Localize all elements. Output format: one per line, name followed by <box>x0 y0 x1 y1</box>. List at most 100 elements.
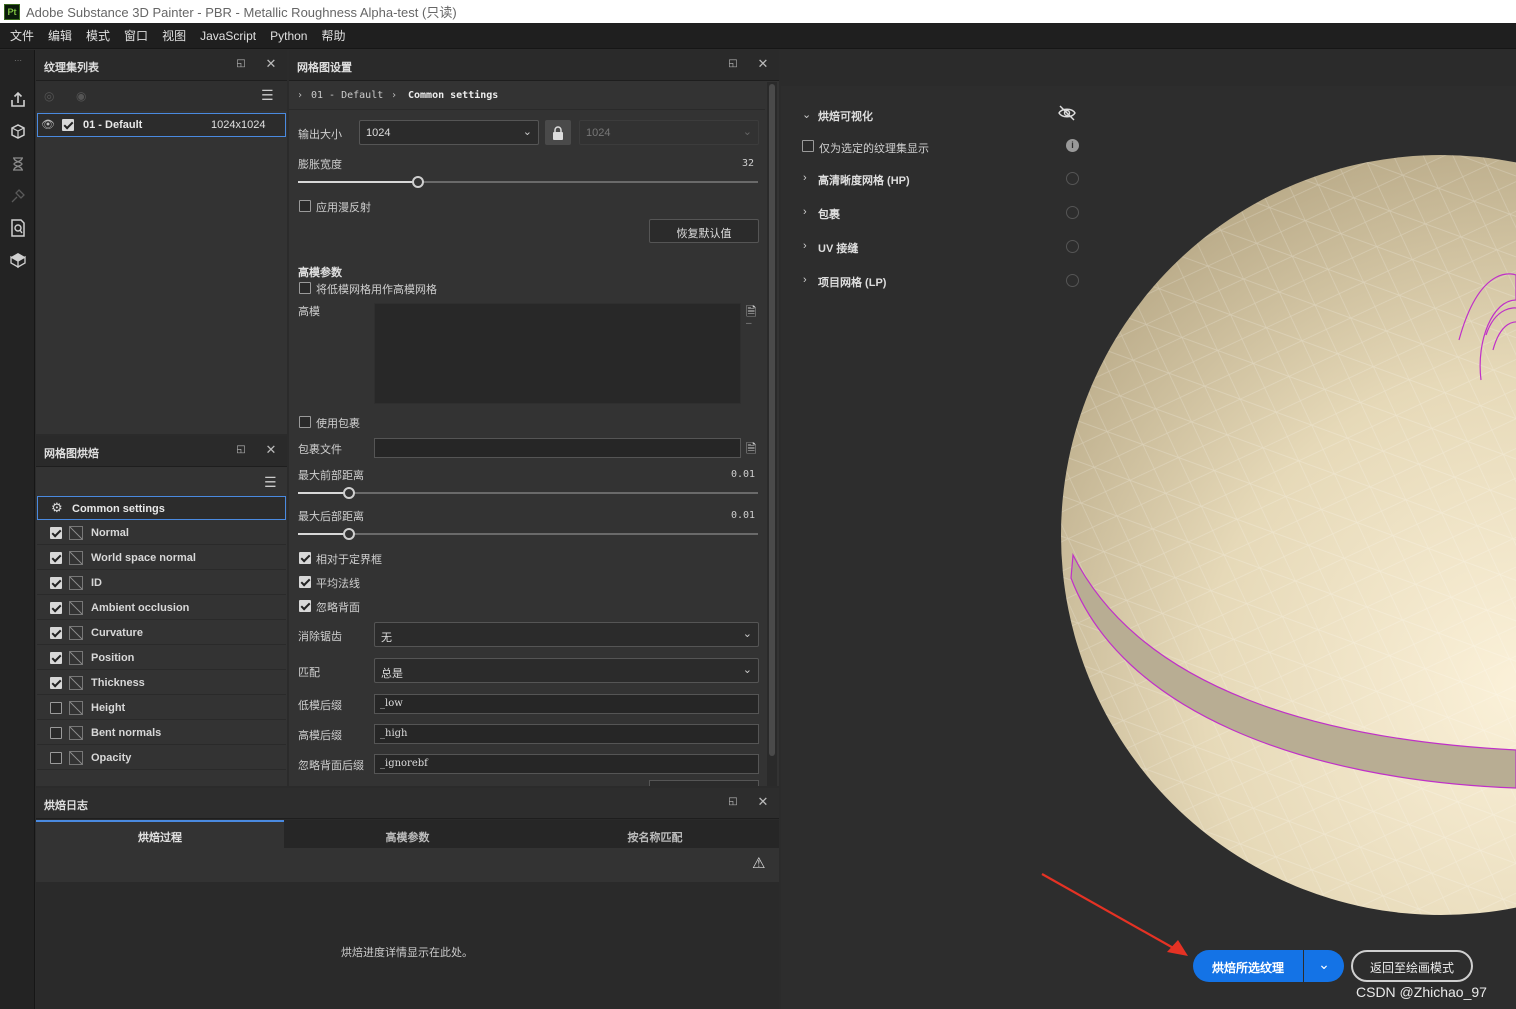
reset-icon[interactable] <box>1066 240 1079 253</box>
float-panel-icon[interactable]: ◱ <box>234 443 248 457</box>
bake-item-row[interactable]: ID <box>37 571 286 595</box>
cage-section[interactable]: 包裹 <box>818 206 840 222</box>
float-panel-icon[interactable]: ◱ <box>726 57 740 71</box>
bake-item-checkbox[interactable] <box>50 527 62 539</box>
bake-item-row[interactable]: Thickness <box>37 671 286 695</box>
bake-item-row[interactable]: Height <box>37 696 286 720</box>
menu-help[interactable]: 帮助 <box>315 27 353 44</box>
menu-mode[interactable]: 模式 <box>80 27 118 44</box>
list-menu-icon[interactable]: ☰ <box>261 87 274 104</box>
export-icon[interactable] <box>8 90 28 110</box>
bake-item-row[interactable]: Opacity <box>37 746 286 770</box>
bake-item-row[interactable]: Curvature <box>37 621 286 645</box>
max-front-slider[interactable] <box>298 492 758 494</box>
reset-icon[interactable] <box>1066 172 1079 185</box>
list-menu-icon[interactable]: ☰ <box>264 474 277 491</box>
bake-item-row[interactable]: World space normal <box>37 546 286 570</box>
chevron-right-icon[interactable]: › <box>803 240 807 252</box>
float-panel-icon[interactable]: ◱ <box>234 57 248 71</box>
return-to-paint-mode-button[interactable]: 返回至绘画模式 <box>1351 950 1473 982</box>
bake-selected-textures-button[interactable]: 烘焙所选纹理 <box>1193 950 1303 982</box>
ignore-backface-checkbox[interactable] <box>299 600 311 612</box>
bake-item-checkbox[interactable] <box>50 602 62 614</box>
tab-match-by-name[interactable]: 按名称匹配 <box>531 820 779 848</box>
breadcrumb-texture-set[interactable]: 01 - Default <box>311 90 383 101</box>
reset-icon[interactable] <box>1066 206 1079 219</box>
chevron-right-icon[interactable]: › <box>803 274 807 286</box>
tab-bake-process[interactable]: 烘焙过程 <box>36 820 284 848</box>
bake-item-row[interactable]: Normal <box>37 521 286 545</box>
bake-item-row[interactable]: Position <box>37 646 286 670</box>
bake-item-checkbox[interactable] <box>50 727 62 739</box>
lock-button[interactable] <box>545 120 571 145</box>
hide-eye-icon[interactable]: ◎ <box>44 89 54 103</box>
apply-diffusion-checkbox[interactable] <box>299 200 311 212</box>
menu-javascript[interactable]: JavaScript <box>194 29 264 43</box>
menu-view[interactable]: 视图 <box>156 27 194 44</box>
info-icon[interactable]: i <box>1066 139 1079 152</box>
bake-item-row[interactable]: Ambient occlusion <box>37 596 286 620</box>
bake-item-checkbox[interactable] <box>50 752 62 764</box>
chevron-right-icon[interactable]: › <box>803 172 807 184</box>
reset-icon[interactable] <box>1066 274 1079 287</box>
menu-edit[interactable]: 编辑 <box>42 27 80 44</box>
close-icon[interactable]: ✕ <box>756 57 770 71</box>
tab-high-poly-params[interactable]: 高模参数 <box>284 820 531 848</box>
high-suffix-input[interactable]: _high <box>374 724 759 744</box>
chevron-right-icon[interactable]: › <box>803 206 807 218</box>
bake-item-checkbox[interactable] <box>50 627 62 639</box>
warning-icon[interactable]: ⚠ <box>752 854 765 872</box>
visibility-eye-icon[interactable]: 👁 <box>41 118 55 131</box>
high-poly-list[interactable] <box>374 303 741 404</box>
document-search-icon[interactable] <box>8 218 28 238</box>
file-icon[interactable]: 🗎 <box>746 440 756 462</box>
max-rear-slider[interactable] <box>298 533 758 535</box>
scrollbar-thumb[interactable] <box>769 84 775 756</box>
use-cage-checkbox[interactable] <box>299 416 311 428</box>
bake-item-row[interactable]: Bent normals <box>37 721 286 745</box>
texture-set-checkbox[interactable] <box>62 119 74 131</box>
bake-item-checkbox[interactable] <box>50 702 62 714</box>
output-size-dropdown[interactable]: 1024 ⌄ <box>359 120 539 145</box>
float-panel-icon[interactable]: ◱ <box>726 795 740 809</box>
menu-python[interactable]: Python <box>264 29 315 43</box>
relative-bbox-checkbox[interactable] <box>299 552 311 564</box>
match-dropdown[interactable]: 总是 ⌄ <box>374 658 759 683</box>
bake-item-checkbox[interactable] <box>50 652 62 664</box>
high-def-mesh-section[interactable]: 高清晰度网格 (HP) <box>818 172 910 188</box>
menu-file[interactable]: 文件 <box>4 27 42 44</box>
average-normals-checkbox[interactable] <box>299 576 311 588</box>
max-front-slider-handle[interactable] <box>342 487 355 499</box>
close-icon[interactable]: ✕ <box>756 795 770 809</box>
hourglass-icon[interactable] <box>8 154 28 174</box>
uv-seams-section[interactable]: UV 接缝 <box>818 240 858 256</box>
eye-icon[interactable]: ◉ <box>76 89 86 103</box>
reset-defaults-button[interactable]: 恢复默认值 <box>649 219 759 243</box>
only-selected-checkbox[interactable] <box>802 140 814 152</box>
bake-visualization-title[interactable]: 烘焙可视化 <box>818 108 873 124</box>
scrollbar[interactable] <box>767 82 777 786</box>
bake-item-checkbox[interactable] <box>50 677 62 689</box>
dilation-slider-handle[interactable] <box>411 176 424 188</box>
minus-icon[interactable]: – <box>746 318 752 329</box>
close-icon[interactable]: ✕ <box>264 443 278 457</box>
ignore-suffix-input[interactable]: _ignorebf <box>374 754 759 774</box>
max-rear-slider-handle[interactable] <box>342 528 355 540</box>
common-settings-item[interactable]: ⚙ Common settings <box>37 496 286 520</box>
use-low-as-high-checkbox[interactable] <box>299 282 311 294</box>
bake-item-checkbox[interactable] <box>50 577 62 589</box>
paint-icon[interactable] <box>8 186 28 206</box>
bake-item-checkbox[interactable] <box>50 552 62 564</box>
close-icon[interactable]: ✕ <box>264 57 278 71</box>
bake-options-dropdown[interactable]: ⌄ <box>1304 950 1344 982</box>
cage-file-input[interactable] <box>374 438 741 458</box>
visibility-off-icon[interactable] <box>1058 105 1076 121</box>
cube-icon[interactable] <box>8 250 28 270</box>
texture-set-item[interactable]: 👁 01 - Default 1024x1024 <box>37 113 286 137</box>
bake-mesh-icon[interactable] <box>8 122 28 142</box>
menu-window[interactable]: 窗口 <box>118 27 156 44</box>
chevron-down-icon[interactable]: ⌄ <box>802 108 811 121</box>
project-mesh-section[interactable]: 项目网格 (LP) <box>818 274 886 290</box>
antialias-dropdown[interactable]: 无 ⌄ <box>374 622 759 647</box>
low-suffix-input[interactable]: _low <box>374 694 759 714</box>
